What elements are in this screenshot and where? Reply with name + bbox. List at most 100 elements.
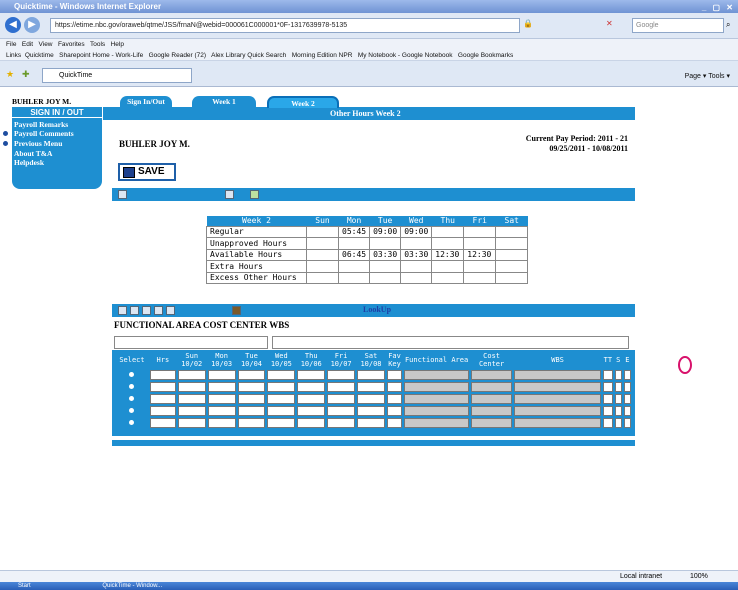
functional-area-cell[interactable]	[404, 418, 470, 428]
hrs-cell[interactable]	[149, 382, 176, 392]
day-cell[interactable]	[207, 406, 236, 416]
day-cell[interactable]	[177, 394, 206, 404]
sidebar-item-payroll-comments[interactable]: Payroll Comments	[14, 129, 74, 139]
sign-in-out-link[interactable]: SIGN IN / OUT	[12, 108, 102, 118]
select-radio[interactable]	[116, 418, 148, 428]
cost-center-cell[interactable]	[471, 406, 513, 416]
wbs-input[interactable]	[272, 336, 629, 349]
day-cell[interactable]	[237, 418, 266, 428]
delete-icon[interactable]	[166, 306, 175, 315]
fav-link[interactable]: Morning Edition NPR	[292, 52, 353, 59]
menu-help[interactable]: Help	[111, 41, 124, 48]
hrs-cell[interactable]	[149, 418, 176, 428]
tab-week-2[interactable]: Week 2	[267, 96, 339, 108]
grid-icon[interactable]	[130, 306, 139, 315]
menu-edit[interactable]: Edit	[22, 41, 33, 48]
favorites-star-icon[interactable]: ★	[6, 69, 14, 80]
hrs-cell[interactable]	[149, 406, 176, 416]
day-cell[interactable]	[357, 382, 385, 392]
fav-link[interactable]: Google Bookmarks	[458, 52, 513, 59]
day-cell[interactable]	[207, 370, 236, 380]
search-input[interactable]: Google	[632, 18, 724, 33]
wbs-cell[interactable]	[514, 394, 602, 404]
s-cell[interactable]	[614, 406, 622, 416]
fav-key-cell[interactable]	[386, 406, 403, 416]
functional-area-cell[interactable]	[404, 406, 470, 416]
calendar-icon[interactable]	[118, 190, 127, 199]
command-bar[interactable]: Page ▾ Tools ▾	[685, 72, 730, 80]
day-cell[interactable]	[237, 406, 266, 416]
day-cell[interactable]	[207, 418, 236, 428]
menu-favorites[interactable]: Favorites	[58, 41, 85, 48]
day-cell[interactable]	[327, 370, 356, 380]
day-cell[interactable]	[327, 418, 356, 428]
day-cell[interactable]	[297, 370, 326, 380]
day-cell[interactable]	[357, 394, 385, 404]
functional-area-cell[interactable]	[404, 394, 470, 404]
add-favorite-icon[interactable]: ✚	[22, 69, 30, 80]
cost-center-cell[interactable]	[471, 382, 513, 392]
day-cell[interactable]	[237, 394, 266, 404]
day-cell[interactable]	[327, 382, 356, 392]
day-cell[interactable]	[207, 382, 236, 392]
fav-link[interactable]: Alex Library Quick Search	[211, 52, 286, 59]
zoom-level[interactable]: 100%	[690, 571, 708, 582]
tab-sign-in-out[interactable]: Sign In/Out	[120, 96, 172, 108]
day-cell[interactable]	[267, 370, 296, 380]
fav-link[interactable]: Quicktime	[25, 52, 54, 59]
tt-cell[interactable]	[603, 418, 613, 428]
select-radio[interactable]	[116, 394, 148, 404]
s-cell[interactable]	[614, 382, 622, 392]
functional-area-input[interactable]	[114, 336, 268, 349]
day-cell[interactable]	[207, 394, 236, 404]
day-cell[interactable]	[357, 418, 385, 428]
functional-area-cell[interactable]	[404, 370, 470, 380]
day-cell[interactable]	[267, 406, 296, 416]
wbs-cell[interactable]	[514, 370, 602, 380]
day-cell[interactable]	[237, 382, 266, 392]
fav-key-cell[interactable]	[386, 418, 403, 428]
day-cell[interactable]	[297, 418, 326, 428]
taskbar-item[interactable]: QuickTime - Window...	[102, 583, 162, 589]
tt-cell[interactable]	[603, 370, 613, 380]
save-button[interactable]: SAVE	[118, 163, 176, 181]
select-radio[interactable]	[116, 370, 148, 380]
menu-tools[interactable]: Tools	[90, 41, 105, 48]
e-cell[interactable]	[623, 382, 631, 392]
hrs-cell[interactable]	[149, 394, 176, 404]
day-cell[interactable]	[267, 418, 296, 428]
fav-link[interactable]: Google Reader (72)	[149, 52, 206, 59]
day-cell[interactable]	[297, 382, 326, 392]
s-cell[interactable]	[614, 370, 622, 380]
wbs-cell[interactable]	[514, 418, 602, 428]
sidebar-item-about-helpdesk[interactable]: About T&A Helpdesk	[14, 149, 74, 167]
start-button[interactable]: Start	[18, 583, 31, 589]
day-cell[interactable]	[177, 382, 206, 392]
grid-icon[interactable]	[118, 306, 127, 315]
day-cell[interactable]	[177, 370, 206, 380]
day-cell[interactable]	[237, 370, 266, 380]
day-cell[interactable]	[357, 406, 385, 416]
day-cell[interactable]	[297, 394, 326, 404]
fav-link[interactable]: My Notebook - Google Notebook	[358, 52, 453, 59]
back-icon[interactable]: ◀	[5, 17, 21, 33]
e-cell[interactable]	[623, 370, 631, 380]
day-cell[interactable]	[357, 370, 385, 380]
s-cell[interactable]	[614, 418, 622, 428]
day-cell[interactable]	[327, 406, 356, 416]
cost-center-cell[interactable]	[471, 370, 513, 380]
forward-icon[interactable]: ▶	[24, 17, 40, 33]
tt-cell[interactable]	[603, 406, 613, 416]
s-cell[interactable]	[614, 394, 622, 404]
book-icon[interactable]	[232, 306, 241, 315]
url-field[interactable]: https://etime.nbc.gov/oraweb/qtme/JSS/fr…	[50, 18, 520, 33]
day-cell[interactable]	[267, 394, 296, 404]
stop-icon[interactable]: ✕	[606, 19, 613, 28]
day-cell[interactable]	[327, 394, 356, 404]
wbs-cell[interactable]	[514, 382, 602, 392]
e-cell[interactable]	[623, 394, 631, 404]
tt-cell[interactable]	[603, 394, 613, 404]
day-cell[interactable]	[177, 406, 206, 416]
day-cell[interactable]	[297, 406, 326, 416]
lookup-link[interactable]: LookUp	[363, 305, 391, 314]
